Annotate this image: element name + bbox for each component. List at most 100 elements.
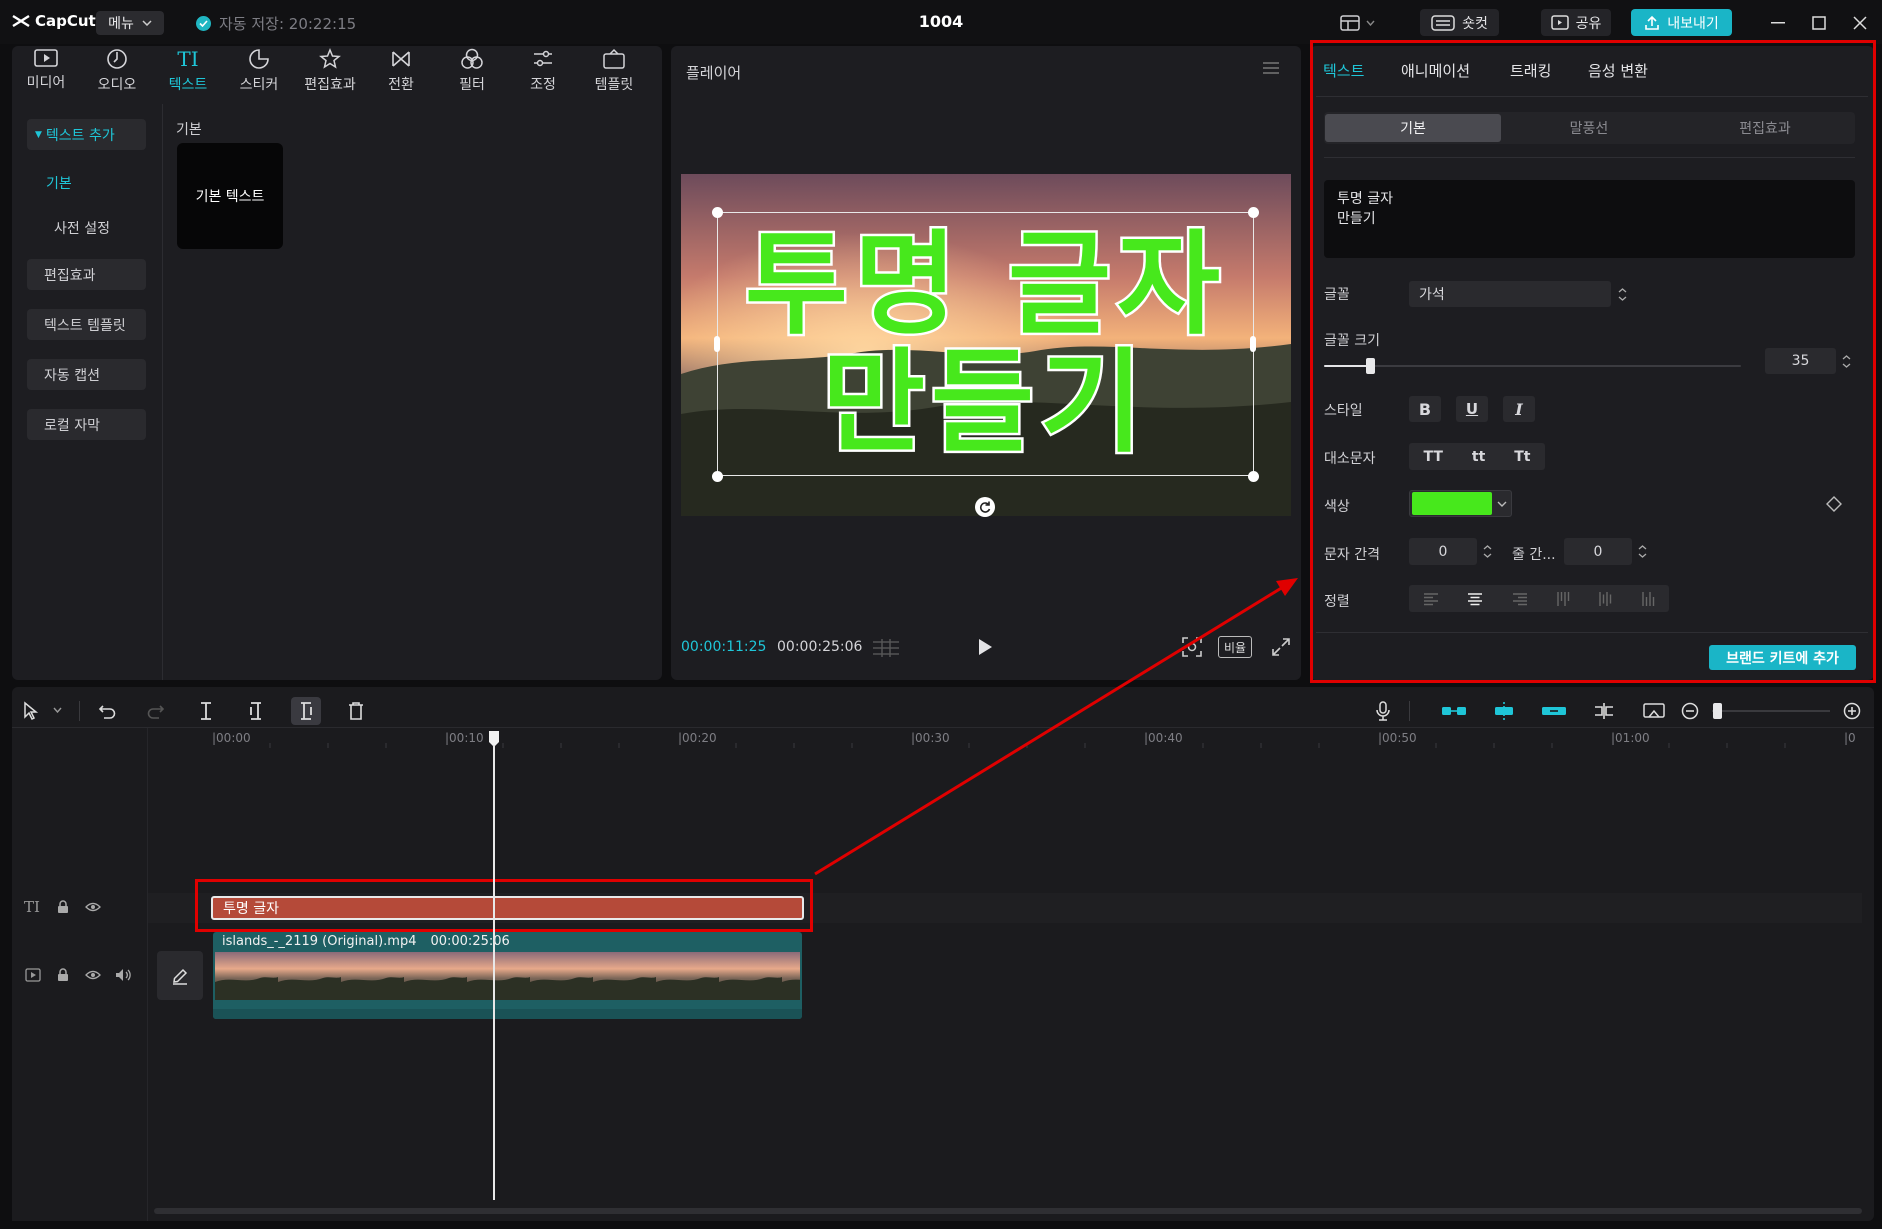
rotate-handle-icon[interactable] (975, 497, 995, 517)
play-icon[interactable] (977, 638, 993, 656)
sidebar-item-label: 기본 (46, 175, 72, 192)
tab-sticker[interactable]: 스티커 (224, 48, 294, 100)
font-size-slider[interactable] (1324, 358, 1741, 374)
tab-adjust[interactable]: 조정 (508, 48, 578, 100)
aspect-ratio-button[interactable]: 비율 (1218, 636, 1252, 658)
maximize-icon[interactable] (1806, 10, 1832, 36)
brand-kit-button[interactable]: 브랜드 키트에 추가 (1709, 645, 1856, 670)
zoom-out-icon[interactable] (1675, 697, 1705, 725)
bold-button[interactable]: B (1409, 396, 1441, 422)
fit-screen-icon[interactable] (1181, 636, 1203, 658)
chevron-down-icon[interactable] (53, 707, 62, 713)
keyframe-icon[interactable] (1826, 496, 1842, 512)
resize-handle-tr[interactable] (1248, 207, 1259, 218)
microphone-icon[interactable] (1368, 697, 1398, 725)
redo-icon[interactable] (141, 697, 171, 725)
lock-icon[interactable] (57, 900, 69, 914)
text-content-field[interactable]: 투명 글자 만들기 (1324, 180, 1855, 258)
resize-handle-tl[interactable] (712, 207, 723, 218)
color-picker[interactable] (1409, 490, 1512, 517)
tab-voice-change[interactable]: 음성 변환 (1588, 60, 1648, 81)
split-icon[interactable] (191, 697, 221, 725)
subtab-basic[interactable]: 기본 (1325, 114, 1501, 142)
tab-filter[interactable]: 필터 (437, 48, 507, 100)
video-clip[interactable]: islands_-_2119 (Original).mp4 00:00:25:0… (213, 932, 802, 1019)
export-button[interactable]: 내보내기 (1631, 9, 1732, 36)
resize-handle-left[interactable] (714, 336, 720, 352)
auto-snap-icon[interactable] (1489, 697, 1519, 725)
split-left-icon[interactable] (241, 697, 271, 725)
zoom-slider[interactable] (1712, 703, 1830, 719)
resize-handle-right[interactable] (1250, 336, 1256, 352)
titlecase-button[interactable]: Tt (1514, 449, 1530, 465)
align-top-vertical-icon[interactable] (1556, 591, 1570, 607)
slider-thumb[interactable] (1365, 358, 1375, 374)
select-tool-icon[interactable] (16, 697, 46, 725)
font-select[interactable]: 가석 (1409, 281, 1611, 307)
align-bottom-vertical-icon[interactable] (1641, 591, 1655, 607)
timeline-grid-icon[interactable] (872, 638, 900, 658)
tab-audio[interactable]: 오디오 (82, 48, 152, 100)
linkage-icon[interactable] (1539, 697, 1569, 725)
minimize-icon[interactable] (1765, 10, 1791, 36)
align-right-icon[interactable] (1512, 592, 1528, 606)
font-size-input[interactable]: 35 (1765, 348, 1836, 374)
tab-text[interactable]: TI 텍스트 (153, 48, 223, 100)
text-preset-card[interactable]: 기본 텍스트 (177, 143, 283, 249)
tab-animation[interactable]: 애니메이션 (1401, 60, 1470, 81)
line-spacing-input[interactable]: 0 (1564, 538, 1632, 565)
lowercase-button[interactable]: tt (1472, 449, 1485, 465)
align-left-icon[interactable] (1423, 592, 1439, 606)
tab-media[interactable]: 미디어 (11, 48, 81, 100)
timeline-scrollbar[interactable] (154, 1208, 1862, 1214)
fullscreen-icon[interactable] (1271, 637, 1291, 657)
zoom-in-icon[interactable] (1837, 697, 1867, 725)
underline-button[interactable]: U (1456, 396, 1488, 422)
resize-handle-br[interactable] (1248, 471, 1259, 482)
tab-tracking[interactable]: 트래킹 (1510, 60, 1551, 81)
split-right-icon[interactable] (291, 697, 321, 725)
sidebar-item-local-subtitle[interactable]: 로컬 자막 (27, 409, 146, 440)
zoom-slider-thumb[interactable] (1713, 703, 1722, 719)
subtab-effects[interactable]: 편집효과 (1677, 114, 1853, 142)
main-track-magnet-icon[interactable] (1439, 697, 1469, 725)
subtab-speech-bubble[interactable]: 말풍선 (1501, 114, 1677, 142)
sidebar-item-auto-caption[interactable]: 자동 캡션 (27, 359, 146, 390)
sidebar-item-text-template[interactable]: 텍스트 템플릿 (27, 309, 146, 340)
char-spacing-input[interactable]: 0 (1409, 538, 1477, 565)
tab-effects[interactable]: 편집효과 (295, 48, 365, 100)
speaker-icon[interactable] (115, 968, 133, 982)
share-button[interactable]: 공유 (1541, 9, 1611, 36)
menu-button[interactable]: 메뉴 (96, 11, 164, 35)
sidebar-item-effects[interactable]: 편집효과 (27, 259, 146, 290)
tab-text-inspector[interactable]: 텍스트 (1323, 60, 1364, 81)
eye-icon[interactable] (85, 902, 101, 912)
align-center-icon[interactable] (1467, 592, 1483, 606)
sidebar-item-presets[interactable]: 사전 설정 (27, 212, 146, 243)
shortcut-button[interactable]: 숏컷 (1420, 9, 1499, 36)
align-middle-vertical-icon[interactable] (1598, 591, 1612, 607)
italic-button[interactable]: I (1503, 396, 1535, 422)
preview-axis-icon[interactable] (1589, 697, 1619, 725)
tab-transition[interactable]: 전환 (366, 48, 436, 100)
undo-icon[interactable] (92, 697, 122, 725)
line-spacing-stepper[interactable] (1634, 538, 1650, 565)
delete-icon[interactable] (341, 697, 371, 725)
resize-handle-bl[interactable] (712, 471, 723, 482)
sidebar-item-add-text[interactable]: ▼ 텍스트 추가 (27, 119, 146, 150)
close-icon[interactable] (1847, 10, 1873, 36)
sidebar-item-basic[interactable]: 기본 (27, 167, 146, 198)
text-selection-box[interactable] (717, 212, 1254, 476)
layout-icon[interactable] (1340, 13, 1380, 33)
lock-icon[interactable] (57, 968, 69, 982)
uppercase-button[interactable]: TT (1423, 449, 1442, 465)
player-menu-icon[interactable] (1263, 62, 1279, 74)
edit-cover-button[interactable] (157, 951, 203, 1000)
eye-icon[interactable] (85, 970, 101, 980)
style-label: 스타일 (1324, 403, 1363, 419)
font-size-stepper[interactable] (1838, 348, 1854, 374)
char-spacing-stepper[interactable] (1479, 538, 1495, 565)
font-select-stepper[interactable] (1614, 281, 1630, 307)
tab-template[interactable]: 템플릿 (579, 48, 649, 100)
thumbnail-icon[interactable] (1639, 697, 1669, 725)
